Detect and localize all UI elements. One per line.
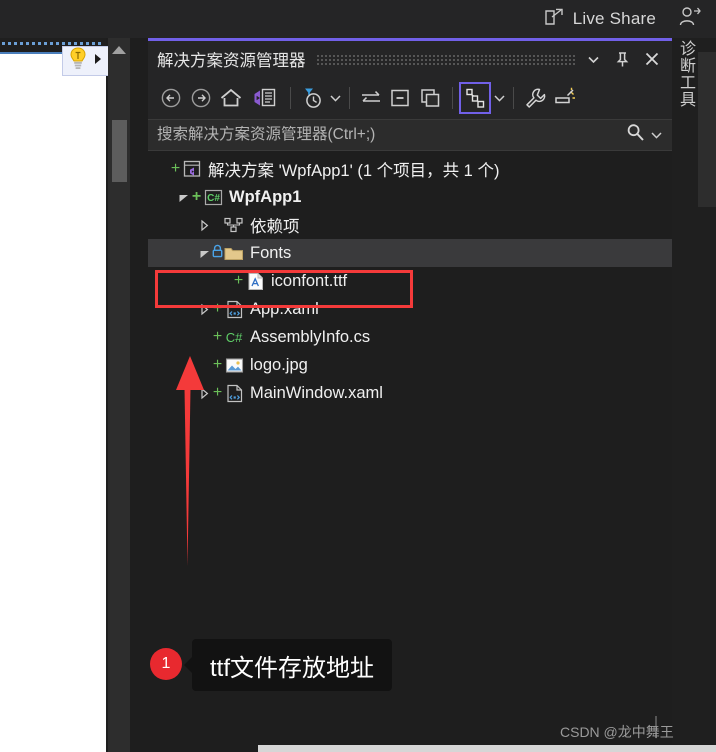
pending-changes-dropdown[interactable] [327,83,343,113]
solution-icon [182,160,202,178]
tree-item-label: MainWindow.xaml [250,383,383,402]
lightbulb-icon [66,46,90,77]
scroll-up-arrow-icon[interactable] [112,46,126,54]
svg-text:C#: C# [226,330,243,345]
tree-item[interactable]: + C# AssemblyInfo.cs [148,323,672,351]
properties-button[interactable] [520,83,550,113]
font-file-icon [245,272,265,290]
expander-placeholder [198,359,211,372]
sync-with-active-document-button[interactable] [356,83,386,113]
window-close-button[interactable] [644,51,660,67]
search-input[interactable] [148,125,626,145]
dependencies-icon [224,216,244,234]
tree-item-label: AssemblyInfo.cs [250,327,371,346]
horizontal-scrollbar[interactable] [148,744,716,752]
home-button[interactable] [216,83,246,113]
tree-item-label: iconfont.ttf [271,271,348,290]
source-control-add-icon: + [212,300,223,317]
preview-selected-items-button[interactable] [550,83,580,113]
xaml-file-icon [224,300,244,318]
source-control-add-icon: + [212,384,223,401]
tree-item[interactable]: 依赖项 [148,211,672,239]
live-share-label: Live Share [572,9,656,28]
watermark: CSDN @龙中舞王 [560,724,674,740]
editor-scrollbar-thumb[interactable] [112,120,127,182]
window-dropdown-button[interactable] [586,52,601,67]
editor-vertical-scrollbar[interactable] [108,38,130,752]
view-class-diagram-dropdown[interactable] [491,83,507,113]
tree-item[interactable]: + logo.jpg [148,351,672,379]
search-dropdown-icon[interactable] [651,126,662,144]
tree-item-label: 依赖项 [250,218,300,236]
quick-actions-lightbulb[interactable] [62,46,110,76]
solution-explorer-toolbar [148,77,672,119]
collapse-all-button[interactable] [386,83,416,113]
tree-item-label: 解决方案 'WpfApp1' (1 个项目，共 1 个) [208,162,500,180]
solution-explorer-titlebar: 解决方案资源管理器 [148,41,672,77]
lock-icon [211,244,224,262]
tree-item[interactable]: + App.xaml [148,295,672,323]
show-all-files-button[interactable] [416,83,446,113]
source-control-add-icon: + [212,328,223,345]
expand-arrow-icon[interactable] [92,52,104,71]
step-badge: 1 [150,648,182,680]
csharp-project-icon: C# [203,188,223,206]
expander-expanded-icon[interactable] [198,247,211,260]
pending-changes-filter-button[interactable] [297,83,327,113]
source-control-add-icon: + [170,160,181,177]
image-file-icon [224,356,244,374]
xaml-file-icon [224,384,244,402]
live-share-button[interactable]: Live Share [543,7,656,32]
search-icon[interactable] [626,123,645,147]
view-class-diagram-button[interactable] [459,82,491,114]
tree-item-label: WpfApp1 [229,187,302,206]
source-control-add-icon: + [191,188,202,205]
back-button[interactable] [156,83,186,113]
expander-placeholder [219,275,232,288]
code-editor-pane[interactable] [0,38,106,752]
expander-collapsed-icon[interactable] [198,387,211,400]
toolbar-separator [513,87,514,109]
tree-item-label: Fonts [250,243,292,262]
callout-label: ttf文件存放地址 [192,639,393,691]
toolbar-separator [349,87,350,109]
tree-item-label: logo.jpg [250,355,308,374]
panel-title: 解决方案资源管理器 [157,52,306,70]
csharp-file-icon: C# [224,328,244,346]
svg-text:C#: C# [207,193,220,204]
expander-collapsed-icon[interactable] [198,303,211,316]
solution-explorer-view-button[interactable] [246,83,284,113]
search-bar[interactable] [148,119,672,151]
source-control-add-icon: + [233,272,244,289]
tree-item[interactable]: Fonts [148,239,672,267]
expander-placeholder [198,331,211,344]
toolbar-separator [290,87,291,109]
tree-item-label: App.xaml [250,299,319,318]
tree-item[interactable]: + C# WpfApp1 [148,183,672,211]
diagnostic-tools-tab[interactable]: 诊断工具 [674,40,696,150]
toolbar-separator [452,87,453,109]
titlebar-drag-dots[interactable] [315,53,576,65]
source-control-add-icon: + [212,356,223,373]
horizontal-scrollbar-thumb[interactable] [258,745,716,752]
expander-expanded-icon[interactable] [177,191,190,204]
forward-button[interactable] [186,83,216,113]
person-add-icon[interactable] [678,6,702,33]
share-icon [543,7,565,32]
expander-collapsed-icon[interactable] [198,219,211,232]
window-pin-button[interactable] [615,51,630,68]
tree-item[interactable]: + MainWindow.xaml [148,379,672,407]
expander-placeholder [156,163,169,176]
right-panel-edge [698,52,716,207]
tree-item[interactable]: + iconfont.ttf [148,267,672,295]
top-bar: Live Share [0,0,716,38]
folder-icon [224,244,244,262]
tree-item[interactable]: + 解决方案 'WpfApp1' (1 个项目，共 1 个) [148,155,672,183]
